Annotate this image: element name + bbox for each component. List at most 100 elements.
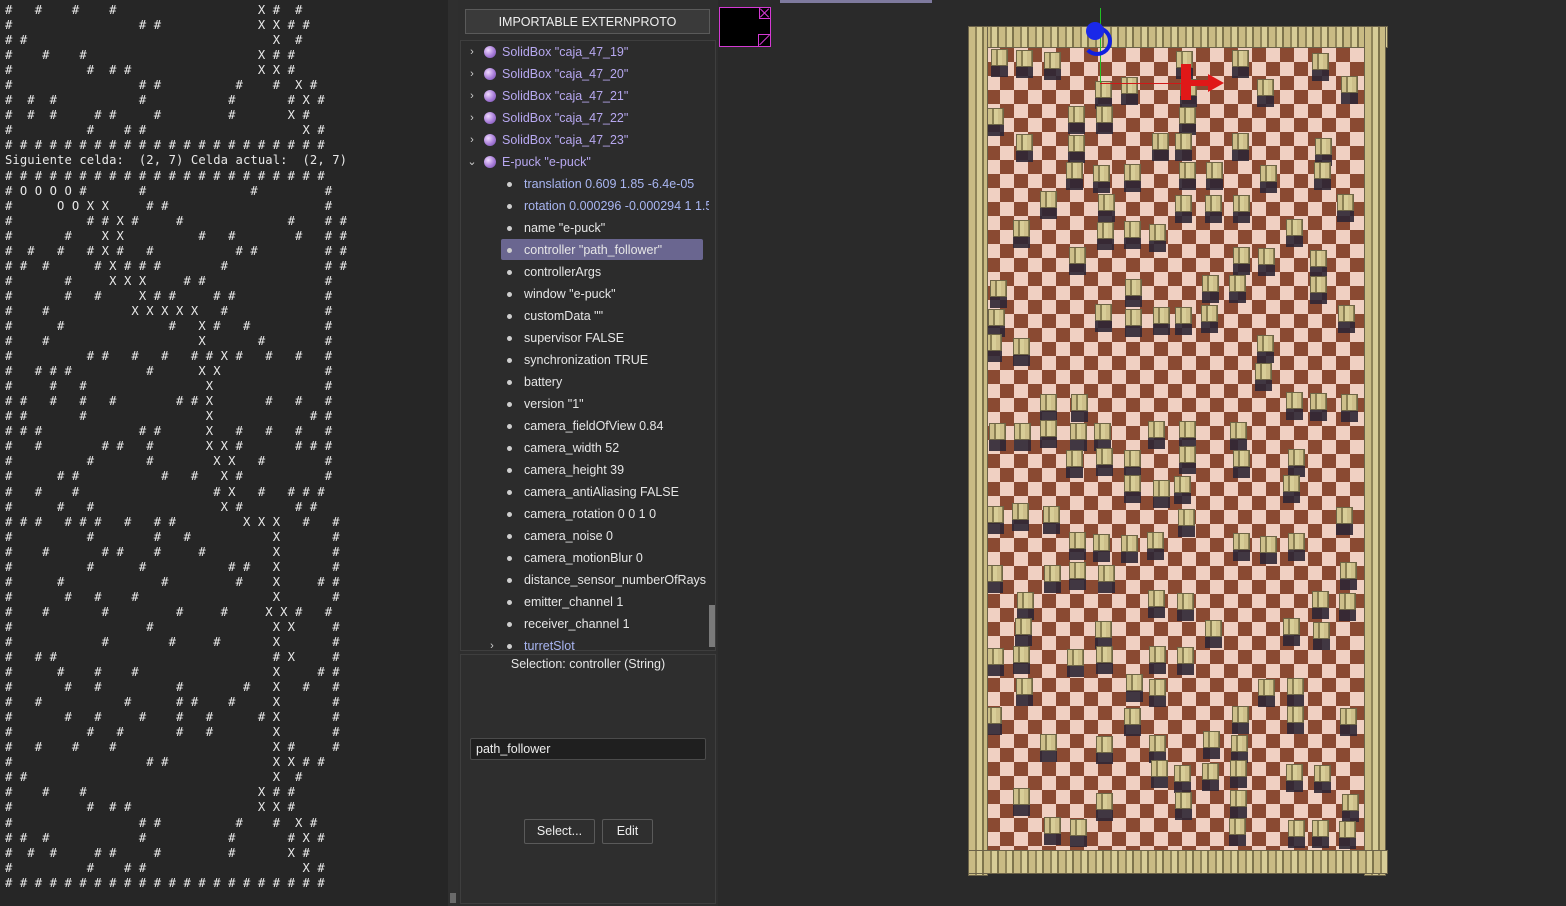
wall-block xyxy=(1286,678,1304,696)
robot-body[interactable] xyxy=(1086,22,1104,40)
wall-block xyxy=(1285,764,1303,782)
wall-block xyxy=(987,647,1005,665)
tree-field[interactable]: camera_motionBlur 0 xyxy=(461,547,707,569)
tree-node[interactable]: › SolidBox "caja_47_19" xyxy=(461,41,707,63)
wall-block xyxy=(1148,646,1166,664)
wall-block xyxy=(1229,790,1247,808)
tree-field[interactable]: synchronization TRUE xyxy=(461,349,707,371)
tree-scrollbar-thumb[interactable] xyxy=(709,605,715,647)
wall-block xyxy=(1312,591,1330,609)
field-dot-icon xyxy=(507,182,512,187)
wall-block xyxy=(1341,793,1359,811)
tree-node[interactable]: › SolidBox "caja_47_22" xyxy=(461,107,707,129)
field-editor: Selection: controller (String) path_foll… xyxy=(460,654,716,904)
tree-field-label: synchronization TRUE xyxy=(524,353,649,367)
x-axis-arrow-icon[interactable] xyxy=(1208,74,1224,92)
field-dot-icon xyxy=(507,556,512,561)
tree-node[interactable]: › SolidBox "caja_47_20" xyxy=(461,63,707,85)
tree-field-selected[interactable]: controller "path_follower" xyxy=(461,239,707,261)
tree-node[interactable]: ⌄ E-puck "e-puck" xyxy=(461,151,707,173)
tree-field[interactable]: camera_antiAliasing FALSE xyxy=(461,481,707,503)
wall-block xyxy=(1232,49,1250,67)
wall-block xyxy=(1179,106,1197,124)
tree-field[interactable]: version "1" xyxy=(461,393,707,415)
expand-chevron-icon[interactable]: › xyxy=(467,107,477,129)
expand-chevron-icon[interactable]: ⌄ xyxy=(467,151,477,173)
wall-block xyxy=(1120,77,1138,95)
tree-field[interactable]: › turretSlot xyxy=(461,635,707,650)
wall-block xyxy=(1071,393,1089,411)
wall-block xyxy=(1013,423,1031,441)
wall-block xyxy=(1230,734,1248,752)
wall-block xyxy=(1044,564,1062,582)
tree-field[interactable]: distance_sensor_numberOfRays 1 xyxy=(461,569,715,591)
e-puck-robot[interactable] xyxy=(1080,22,1116,64)
tree-field[interactable]: camera_width 52 xyxy=(461,437,707,459)
wall-block xyxy=(1124,708,1142,726)
console-scrollbar[interactable] xyxy=(448,0,458,906)
wall-block xyxy=(1205,194,1223,212)
field-dot-icon xyxy=(507,358,512,363)
wall-block xyxy=(1040,393,1058,411)
tree-node-label: SolidBox "caja_47_22" xyxy=(502,111,629,125)
tree-field[interactable]: translation 0.609 1.85 -6.4e-05 xyxy=(461,173,707,195)
wall-block xyxy=(1012,503,1030,521)
expand-chevron-icon[interactable]: › xyxy=(467,85,477,107)
resize-icon[interactable] xyxy=(758,34,770,46)
tree-field[interactable]: supervisor FALSE xyxy=(461,327,707,349)
wall-block xyxy=(1287,532,1305,550)
tree-field[interactable]: camera_height 39 xyxy=(461,459,707,481)
wall-block xyxy=(1124,278,1142,296)
tree-field-label: camera_noise 0 xyxy=(524,529,613,543)
wall-block xyxy=(987,107,1005,125)
tree-node[interactable]: › SolidBox "caja_47_23" xyxy=(461,129,707,151)
x-axis-arrow-shaft[interactable] xyxy=(1188,80,1210,86)
wall-block xyxy=(1043,51,1061,69)
field-dot-icon xyxy=(507,270,512,275)
scene-tree[interactable]: › SolidBox "caja_47_19" › SolidBox "caja_47… xyxy=(460,40,716,651)
tree-scrollbar[interactable] xyxy=(709,41,715,650)
tree-field[interactable]: customData "" xyxy=(461,305,707,327)
tree-field[interactable]: camera_noise 0 xyxy=(461,525,707,547)
wall-block xyxy=(1152,306,1170,324)
expand-chevron-icon[interactable]: › xyxy=(487,635,497,650)
edit-button[interactable]: Edit xyxy=(602,819,653,844)
node-ball-icon xyxy=(484,46,496,58)
console-panel[interactable]: # # # # X # # # # # X X # # # # X # # # … xyxy=(0,0,448,906)
wall-block xyxy=(1148,734,1166,752)
tree-field[interactable]: emitter_channel 1 xyxy=(461,591,707,613)
wall-block xyxy=(1258,247,1276,265)
importable-externproto-button[interactable]: IMPORTABLE EXTERNPROTO xyxy=(465,9,710,34)
wall-block xyxy=(1311,819,1329,837)
field-dot-icon xyxy=(507,446,512,451)
tree-field-label: window "e-puck" xyxy=(524,287,616,301)
tree-field[interactable]: camera_rotation 0 0 1 0 xyxy=(461,503,707,525)
tree-field-label: rotation 0.000296 -0.000294 1 1.58 xyxy=(524,199,716,213)
maze-arena[interactable] xyxy=(968,26,1388,876)
tree-field[interactable]: rotation 0.000296 -0.000294 1 1.58 xyxy=(461,195,715,217)
expand-chevron-icon[interactable]: › xyxy=(467,129,477,151)
camera-overlay[interactable] xyxy=(719,7,771,47)
tree-node[interactable]: › SolidBox "caja_47_21" xyxy=(461,85,707,107)
field-dot-icon xyxy=(507,600,512,605)
tree-field[interactable]: controllerArgs xyxy=(461,261,707,283)
close-icon[interactable] xyxy=(759,8,770,19)
3d-view[interactable] xyxy=(718,0,1566,906)
expand-chevron-icon[interactable]: › xyxy=(467,63,477,85)
wall-block xyxy=(1095,105,1113,123)
tree-field[interactable]: battery xyxy=(461,371,707,393)
expand-chevron-icon[interactable]: › xyxy=(467,41,477,63)
node-ball-icon xyxy=(484,156,496,168)
console-scrollbar-thumb[interactable] xyxy=(450,893,456,903)
controller-value-field[interactable]: path_follower xyxy=(470,738,706,760)
tree-field[interactable]: window "e-puck" xyxy=(461,283,707,305)
outer-wall-right xyxy=(1364,26,1386,876)
field-dot-icon xyxy=(507,512,512,517)
wall-block xyxy=(1152,480,1170,498)
wall-block xyxy=(1068,561,1086,579)
tree-field[interactable]: camera_fieldOfView 0.84 xyxy=(461,415,707,437)
select-button[interactable]: Select... xyxy=(524,819,595,844)
tree-field[interactable]: receiver_channel 1 xyxy=(461,613,707,635)
wall-block xyxy=(1260,164,1278,182)
tree-field[interactable]: name "e-puck" xyxy=(461,217,707,239)
